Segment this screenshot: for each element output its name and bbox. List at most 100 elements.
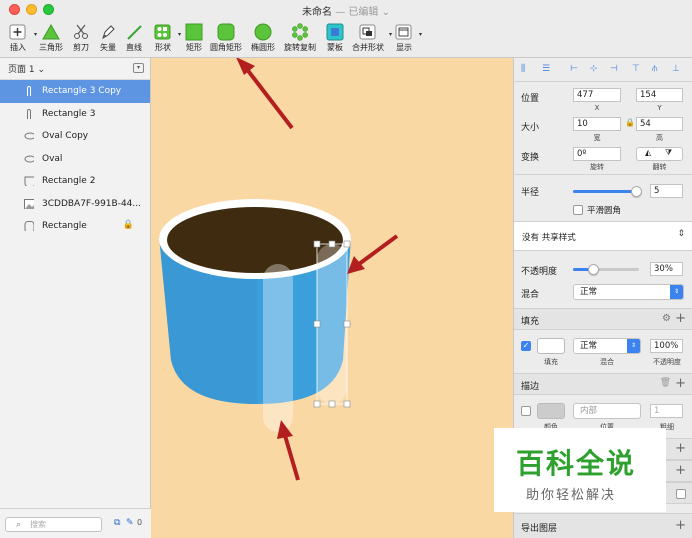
add-fill-icon[interactable]: +	[675, 311, 686, 326]
triangle-tool-button[interactable]: 三角形	[37, 21, 65, 53]
align-middle-icon[interactable]: ⫛	[652, 64, 657, 74]
updown-chevron-icon: ⇕	[627, 339, 640, 353]
layer-name: Rectangle 2	[42, 176, 96, 187]
scissors-tool-button[interactable]: 剪刀	[70, 21, 92, 53]
width-caption: 宽	[593, 134, 601, 142]
shape-tool-button[interactable]: ▾ 形状	[151, 21, 181, 53]
line-tool-button[interactable]: 直线	[123, 21, 145, 53]
position-label: 位置	[521, 94, 540, 104]
border-width-field[interactable]: 1	[650, 404, 683, 418]
lock-ratio-icon[interactable]: 🔒	[625, 118, 635, 127]
page-name: 页面 1 ⌄	[8, 65, 45, 75]
align-top-icon[interactable]: ⊤	[632, 64, 640, 74]
fill-section-title: 填充	[521, 317, 540, 327]
insert-label: 插入	[10, 43, 26, 52]
vector-label: 矢量	[100, 43, 116, 52]
flip-horizontal-icon[interactable]: ◭	[645, 148, 651, 157]
layer-item[interactable]: Oval Copy	[0, 125, 150, 148]
view-icon	[395, 24, 412, 40]
triangle-label: 三角形	[39, 43, 63, 52]
view-label: 显示	[396, 43, 412, 52]
fill-opacity-caption: 不透明度	[653, 358, 681, 366]
layer-name: Rectangle	[42, 221, 87, 232]
insert-button[interactable]: ▾ 插入	[5, 21, 37, 53]
lock-icon[interactable]: 🔒	[123, 220, 134, 230]
radius-field[interactable]: 5	[650, 184, 683, 198]
fill-color-swatch[interactable]	[537, 338, 565, 354]
border-color-swatch[interactable]	[537, 403, 565, 419]
smooth-corners-label: 平滑圆角	[587, 206, 622, 216]
canvas[interactable]	[151, 58, 513, 538]
edit-icon[interactable]: ✎	[126, 518, 134, 528]
align-left-icon[interactable]: ⊢	[570, 64, 578, 74]
layer-search-input[interactable]: ⌕ 搜索	[5, 517, 102, 532]
updown-chevron-icon: ⇕	[670, 285, 683, 299]
view-button[interactable]: ▾ 显示	[392, 21, 422, 53]
layer-item[interactable]: 3CDDBA7F-991B-44...	[0, 193, 150, 216]
add-shadow-icon[interactable]: +	[675, 441, 686, 456]
vector-tool-button[interactable]: 矢量	[97, 21, 119, 53]
line-label: 直线	[126, 43, 142, 52]
flip-buttons[interactable]: ◭ ⧩	[636, 147, 683, 161]
oval-icon	[254, 23, 272, 41]
layer-item[interactable]: Rectangle 2	[0, 170, 150, 193]
combine-shapes-button[interactable]: ▾ 合并形状	[350, 21, 392, 53]
layer-item[interactable]: Rectangle 3 Copy	[0, 80, 150, 103]
canvas-artwork[interactable]	[151, 58, 513, 538]
opacity-field[interactable]: 30%	[650, 262, 683, 276]
layer-name: 3CDDBA7F-991B-44...	[42, 198, 141, 209]
add-border-icon[interactable]: +	[675, 376, 686, 391]
border-enabled-checkbox[interactable]	[521, 406, 531, 416]
oval-tool-button[interactable]: 椭圆形	[249, 21, 277, 53]
mask-button[interactable]: 蒙板	[323, 21, 347, 53]
y-field[interactable]: 154	[636, 88, 683, 102]
combine-shapes-icon	[359, 24, 376, 40]
fill-enabled-checkbox[interactable]: ✓	[521, 341, 531, 351]
rectangle-tool-button[interactable]: 矩形	[183, 21, 205, 53]
add-export-icon[interactable]: +	[675, 518, 686, 533]
distribute-horizontal-icon[interactable]: ⫼	[521, 64, 525, 74]
align-bottom-icon[interactable]: ⊥	[672, 64, 680, 74]
shared-style-selector[interactable]: 没有 共享样式 ⇕	[514, 221, 692, 251]
layer-item[interactable]: Rectangle 🔒	[0, 215, 150, 238]
distribute-vertical-icon[interactable]: ☰	[542, 64, 550, 74]
pages-toggle-icon[interactable]: ▾	[133, 63, 144, 73]
layer-item[interactable]: Rectangle 3	[0, 103, 150, 126]
rotate-copies-button[interactable]: 旋转复制	[282, 21, 318, 53]
rounded-rectangle-icon	[217, 23, 235, 41]
opacity-slider-knob[interactable]	[587, 264, 599, 275]
rotate-copies-label: 旋转复制	[284, 43, 316, 52]
fill-blend-select[interactable]: 正常 ⇕	[573, 338, 641, 354]
pages-stack-icon[interactable]: ⧉	[114, 518, 120, 528]
align-right-icon[interactable]: ⊣	[610, 64, 618, 74]
rotate-field[interactable]: 0º	[573, 147, 621, 161]
x-field[interactable]: 477	[573, 88, 621, 102]
page-selector[interactable]: 页面 1 ⌄ ▾	[0, 58, 150, 80]
pen-icon	[102, 25, 115, 40]
gear-icon[interactable]: ⚙	[662, 313, 671, 324]
rounded-rect-icon	[24, 221, 34, 231]
layer-item[interactable]: Oval	[0, 148, 150, 171]
add-inner-shadow-icon[interactable]: +	[675, 463, 686, 478]
smooth-corners-checkbox[interactable]	[573, 205, 583, 215]
border-position-select[interactable]: 内部	[573, 403, 641, 419]
radius-slider-knob[interactable]	[630, 186, 642, 197]
watermark-logo: 百科全说 助你轻松解决	[494, 428, 666, 512]
thin-rect-icon	[27, 86, 31, 96]
blur-enabled-checkbox[interactable]	[676, 489, 686, 499]
blend-mode-select[interactable]: 正常 ⇕	[573, 284, 684, 300]
rounded-rectangle-tool-button[interactable]: 圆角矩形	[208, 21, 244, 53]
align-center-icon[interactable]: ⊹	[590, 64, 598, 74]
transform-label: 变换	[521, 153, 540, 163]
fill-caption: 填充	[544, 358, 558, 366]
y-caption: Y	[657, 104, 662, 112]
height-caption: 高	[656, 134, 663, 142]
flip-vertical-icon[interactable]: ⧩	[665, 148, 672, 158]
width-field[interactable]: 10	[573, 117, 621, 131]
trash-icon[interactable]: 🗑	[660, 378, 671, 388]
selected-highlight-stripe	[317, 244, 347, 404]
height-field[interactable]: 54	[636, 117, 683, 131]
fill-opacity-field[interactable]: 100%	[650, 339, 683, 353]
document-title[interactable]: 未命名 — 已编辑 ⌄	[0, 3, 692, 18]
shared-style-value: 没有 共享样式	[522, 233, 576, 243]
